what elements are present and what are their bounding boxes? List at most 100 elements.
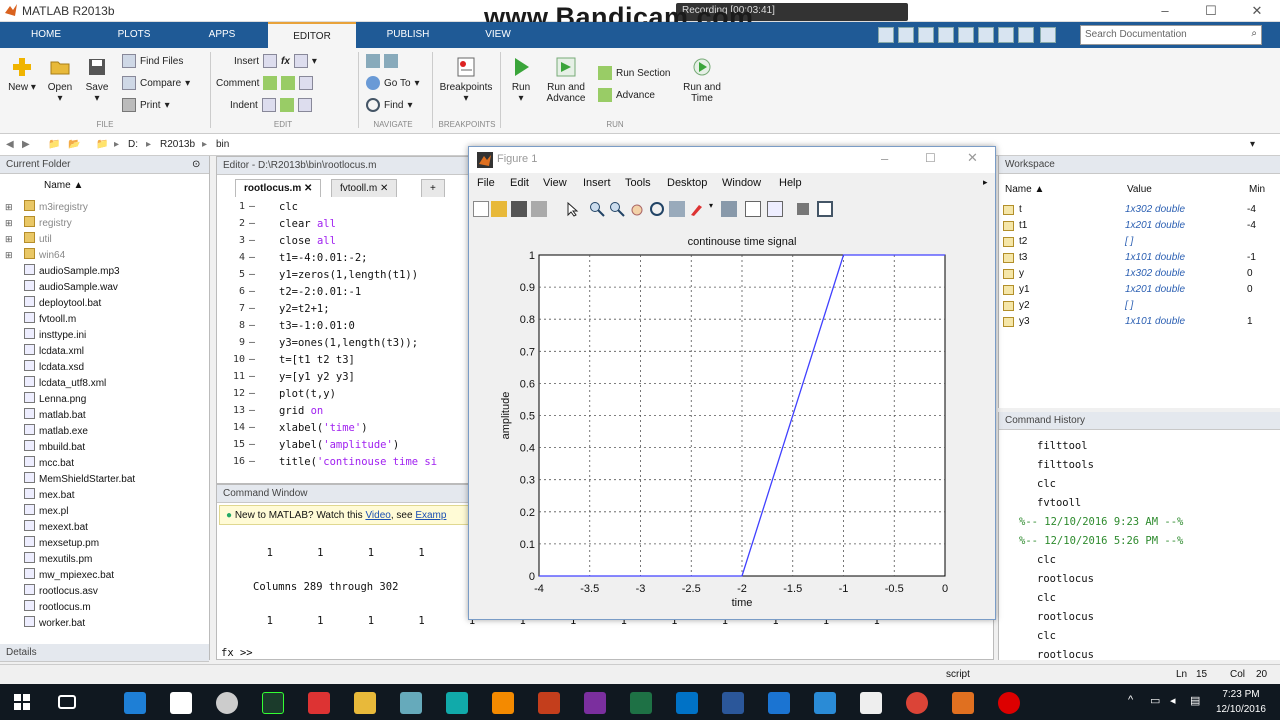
word-icon[interactable]	[722, 692, 744, 714]
workspace-variable-row[interactable]: y 1x302 double 0	[999, 266, 1280, 282]
switch-windows-icon[interactable]	[1018, 27, 1034, 43]
help-quick-icon[interactable]	[1040, 27, 1056, 43]
expand-icon[interactable]: ⊞	[5, 250, 13, 261]
find-button[interactable]: Find ▾	[366, 98, 412, 112]
history-entry[interactable]: clc	[1037, 592, 1056, 604]
tab-view[interactable]: VIEW	[458, 22, 538, 48]
print-figure-icon[interactable]	[531, 201, 547, 217]
command-prompt[interactable]: fx >>	[221, 647, 253, 659]
menu-window[interactable]: Window	[722, 177, 761, 189]
onenote-icon[interactable]	[584, 692, 606, 714]
search-icon[interactable]: ⌕	[1251, 28, 1257, 39]
tab-fvtooll[interactable]: fvtooll.m ✕	[331, 179, 398, 197]
code-line[interactable]: t1=-4:0.01:-2;	[279, 252, 368, 264]
matlab-taskbar-icon[interactable]	[952, 692, 974, 714]
file-list-item[interactable]: MemShieldStarter.bat	[24, 472, 135, 488]
menu-tools[interactable]: Tools	[625, 177, 651, 189]
run-and-time-button[interactable]: Run and Time	[680, 56, 724, 104]
menu-file[interactable]: File	[477, 177, 495, 189]
history-entry[interactable]: rootlocus	[1037, 573, 1094, 585]
browse-folder-icon[interactable]: 📂	[68, 139, 80, 150]
code-line[interactable]: grid on	[279, 405, 323, 417]
menu-edit[interactable]: Edit	[510, 177, 529, 189]
breakpoint-gutter[interactable]: —	[249, 252, 255, 263]
details-header[interactable]: Details	[0, 644, 209, 662]
file-list-item[interactable]: mbuild.bat	[24, 440, 85, 456]
file-list-item[interactable]: mexext.bat	[24, 520, 88, 536]
new-button[interactable]: New ▾	[8, 56, 36, 93]
code-line[interactable]: plot(t,y)	[279, 388, 336, 400]
file-list-item[interactable]: lcdata_utf8.xml	[24, 376, 106, 392]
ws-name-header[interactable]: Name ▲	[1005, 184, 1044, 195]
tab-home[interactable]: HOME	[8, 22, 84, 48]
code-line[interactable]: title('continouse time si	[279, 456, 437, 468]
file-list-item[interactable]: Lenna.png	[24, 392, 86, 408]
file-list-item[interactable]: matlab.exe	[24, 424, 88, 440]
breakpoint-gutter[interactable]: —	[249, 269, 255, 280]
examples-link[interactable]: Examp	[415, 510, 446, 521]
figure-close-button[interactable]: ✕	[967, 150, 978, 166]
breakpoint-gutter[interactable]: —	[249, 456, 255, 467]
name-column-header[interactable]: Name ▲	[44, 180, 83, 191]
go-back-button[interactable]	[366, 54, 398, 68]
app-star-icon[interactable]	[814, 692, 836, 714]
breadcrumb-r2013b[interactable]: R2013b	[160, 139, 195, 150]
close-button[interactable]: ✕	[1234, 0, 1280, 22]
copy-quick-icon[interactable]	[938, 27, 954, 43]
file-list-item[interactable]: win64	[24, 248, 65, 264]
show-plot-tools-icon[interactable]	[817, 201, 833, 217]
maximize-button[interactable]: ☐	[1188, 0, 1234, 22]
breakpoint-gutter[interactable]: —	[249, 439, 255, 450]
file-list-item[interactable]: registry	[24, 216, 72, 232]
workspace-variable-row[interactable]: y1 1x201 double 0	[999, 282, 1280, 298]
breakpoints-button[interactable]: Breakpoints ▾	[436, 56, 496, 104]
breakpoint-gutter[interactable]: —	[249, 320, 255, 331]
code-line[interactable]: t2=-2:0.01:-1	[279, 286, 361, 298]
file-list-item[interactable]: audioSample.wav	[24, 280, 118, 296]
breakpoint-gutter[interactable]: —	[249, 371, 255, 382]
menu-view[interactable]: View	[543, 177, 567, 189]
print-button[interactable]: Print ▾	[122, 98, 170, 112]
app-icon[interactable]	[216, 692, 238, 714]
workspace-variable-row[interactable]: y2 [ ]	[999, 298, 1280, 314]
breakpoint-gutter[interactable]: —	[249, 354, 255, 365]
code-line[interactable]: y1=zeros(1,length(t1))	[279, 269, 418, 281]
breakpoint-gutter[interactable]: —	[249, 388, 255, 399]
brush-icon[interactable]	[689, 201, 705, 217]
figure-minimize-button[interactable]: –	[881, 151, 888, 166]
breakpoint-gutter[interactable]: —	[249, 405, 255, 416]
code-line[interactable]: y=[y1 y2 y3]	[279, 371, 355, 383]
file-list-item[interactable]: matlab.bat	[24, 408, 86, 424]
find-files-button[interactable]: Find Files	[122, 54, 183, 68]
minimize-button[interactable]: –	[1142, 0, 1188, 22]
file-list-item[interactable]: mw_mpiexec.bat	[24, 568, 114, 584]
tab-apps[interactable]: APPS	[182, 22, 262, 48]
file-list-item[interactable]: lcdata.xml	[24, 344, 84, 360]
comment-button[interactable]: Comment	[216, 76, 314, 90]
paste-quick-icon[interactable]	[958, 27, 974, 43]
file-list-item[interactable]: util	[24, 232, 52, 248]
code-line[interactable]: close all	[279, 235, 336, 247]
file-list-item[interactable]: rootlocus.m	[24, 600, 91, 616]
hide-plot-tools-icon[interactable]	[797, 203, 809, 215]
save-quick-icon[interactable]	[898, 27, 914, 43]
quick-access-icon[interactable]	[878, 27, 894, 43]
bandicam-icon[interactable]	[998, 692, 1020, 714]
vlc-icon[interactable]	[492, 692, 514, 714]
windows-start-icon[interactable]	[14, 694, 30, 710]
breakpoint-gutter[interactable]: —	[249, 235, 255, 246]
colorbar-icon[interactable]	[745, 201, 761, 217]
file-list-item[interactable]: worker.bat	[24, 616, 85, 632]
app-snip-icon[interactable]	[860, 692, 882, 714]
code-line[interactable]: y2=t2+1;	[279, 303, 330, 315]
ws-value-header[interactable]: Value	[1127, 184, 1152, 195]
input-tray-icon[interactable]: ▤	[1190, 694, 1200, 707]
network-tray-icon[interactable]: ▭	[1150, 694, 1160, 707]
ws-min-header[interactable]: Min	[1249, 184, 1265, 195]
undo-quick-icon[interactable]	[978, 27, 994, 43]
breadcrumb-drive[interactable]: D:	[128, 139, 138, 150]
compare-button[interactable]: Compare ▾	[122, 76, 190, 90]
file-list-item[interactable]: mexutils.pm	[24, 552, 92, 568]
go-to-button[interactable]: Go To ▾	[366, 76, 420, 90]
outlook-icon[interactable]	[676, 692, 698, 714]
